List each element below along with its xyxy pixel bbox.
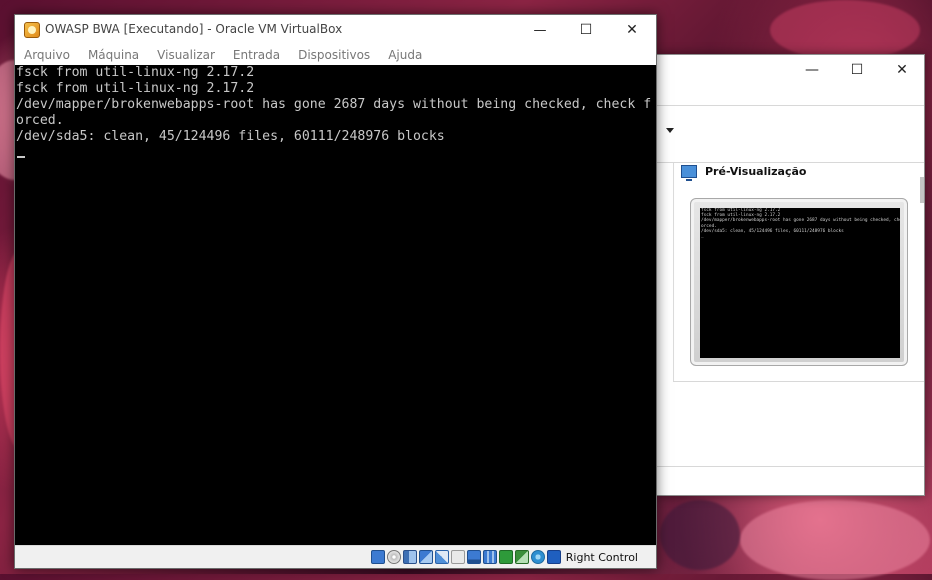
section-divider <box>673 381 924 382</box>
preview-screen: fsck from util-linux-ng 2.17.2 fsck from… <box>700 208 900 358</box>
menu-arquivo[interactable]: Arquivo <box>15 48 79 62</box>
virtualbox-manager-window: — ☐ ✕ Pré-Visualização fsck from util-li… <box>656 54 925 496</box>
virtualbox-icon <box>24 22 40 38</box>
manager-maximize-button[interactable]: ☐ <box>834 57 880 83</box>
hard-disk-icon[interactable] <box>370 550 385 564</box>
menu-entrada[interactable]: Entrada <box>224 48 289 62</box>
menu-bar: Arquivo Máquina Visualizar Entrada Dispo… <box>15 45 656 65</box>
wallpaper-shape <box>770 0 920 60</box>
section-divider <box>657 162 924 163</box>
console-line: fsck from util-linux-ng 2.17.2 <box>16 65 255 80</box>
manager-minimize-button[interactable]: — <box>789 57 835 83</box>
host-key-label: Right Control <box>565 550 638 564</box>
mouse-integration-icon[interactable] <box>530 550 545 564</box>
menu-dispositivos[interactable]: Dispositivos <box>289 48 379 62</box>
video-capture-icon[interactable] <box>482 550 497 564</box>
wallpaper-shape <box>660 500 740 570</box>
toolbar-divider <box>657 105 924 106</box>
preview-frame: fsck from util-linux-ng 2.17.2 fsck from… <box>690 198 908 366</box>
status-bar: Right Control <box>15 545 656 568</box>
optical-drive-icon[interactable] <box>386 550 401 564</box>
vm-window: OWASP BWA [Executando] - Oracle VM Virtu… <box>14 14 657 569</box>
menu-maquina[interactable]: Máquina <box>79 48 148 62</box>
window-title: OWASP BWA [Executando] - Oracle VM Virtu… <box>45 22 343 36</box>
preview-title: Pré-Visualização <box>705 165 807 178</box>
keyboard-icon[interactable] <box>546 550 561 564</box>
maximize-button[interactable]: ☐ <box>563 15 609 45</box>
text-cursor <box>17 156 25 158</box>
console-cursor-line <box>15 145 656 161</box>
console-line: /dev/sda5: clean, 45/124496 files, 60111… <box>16 129 445 144</box>
menu-ajuda[interactable]: Ajuda <box>379 48 431 62</box>
virtualization-icon[interactable] <box>514 550 529 564</box>
scrollbar[interactable] <box>920 177 924 203</box>
usb-icon[interactable] <box>434 550 449 564</box>
cpu-icon[interactable] <box>498 550 513 564</box>
wallpaper-shape <box>740 500 930 580</box>
monitor-icon <box>681 165 697 181</box>
close-button[interactable]: ✕ <box>609 15 655 45</box>
network-icon[interactable] <box>418 550 433 564</box>
menu-visualizar[interactable]: Visualizar <box>148 48 224 62</box>
console-line: fsck from util-linux-ng 2.17.2 <box>16 81 255 96</box>
preview-line: /dev/mapper/brokenwebapps-root has gone … <box>701 218 900 224</box>
section-divider <box>657 466 924 467</box>
audio-icon[interactable] <box>402 550 417 564</box>
manager-close-button[interactable]: ✕ <box>879 57 925 83</box>
shared-folders-icon[interactable] <box>450 550 465 564</box>
vm-console-screen[interactable]: fsck from util-linux-ng 2.17.2 fsck from… <box>15 65 656 545</box>
minimize-button[interactable]: — <box>517 15 563 45</box>
console-line: /dev/mapper/brokenwebapps-root has gone … <box>16 97 652 112</box>
title-bar[interactable]: OWASP BWA [Executando] - Oracle VM Virtu… <box>15 15 656 45</box>
section-divider <box>673 163 674 381</box>
preview-line: _ <box>701 234 704 240</box>
chevron-down-icon[interactable] <box>666 128 674 133</box>
display-icon[interactable] <box>466 550 481 564</box>
preview-section-header: Pré-Visualização <box>681 165 807 181</box>
console-line: orced. <box>16 113 64 128</box>
